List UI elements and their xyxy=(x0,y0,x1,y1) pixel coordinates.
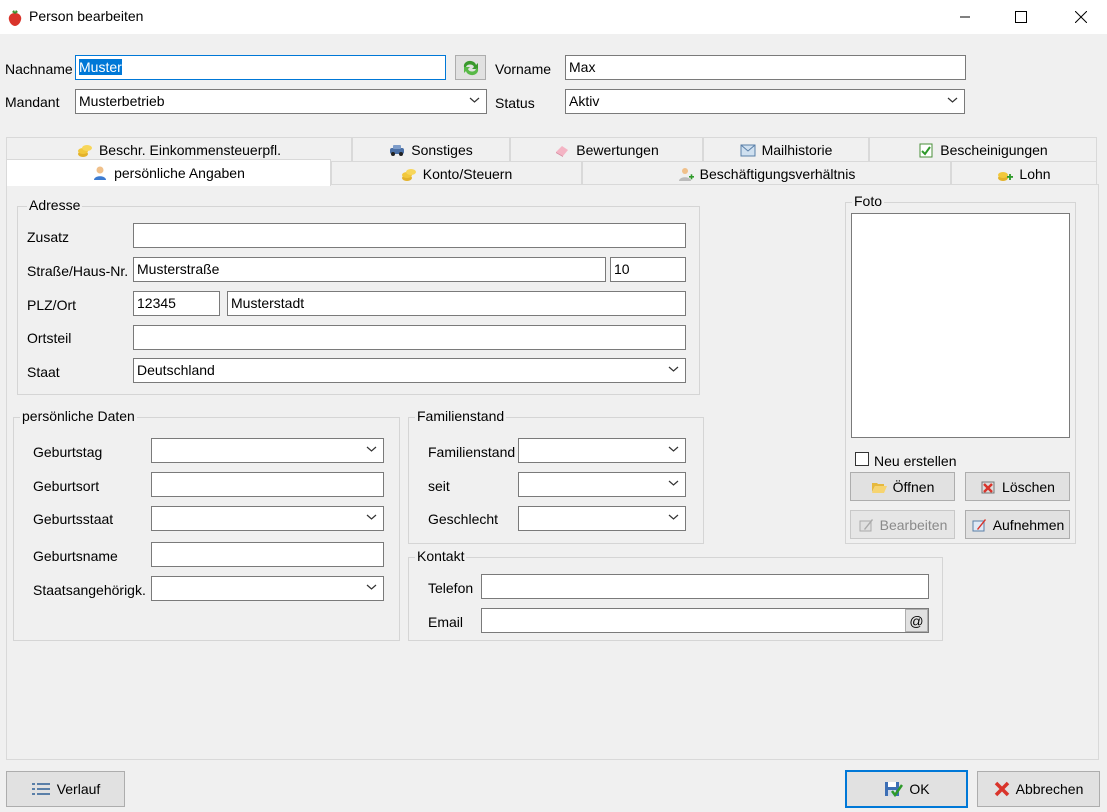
chevron-down-icon xyxy=(668,366,679,372)
aufnehmen-button[interactable]: Aufnehmen xyxy=(965,510,1070,539)
plz-input[interactable]: 12345 xyxy=(133,291,220,316)
coins-icon xyxy=(401,168,416,181)
checklist-icon xyxy=(919,143,933,157)
eraser-icon xyxy=(556,145,569,157)
chevron-down-icon xyxy=(366,514,377,520)
familienstand-select[interactable] xyxy=(518,438,686,463)
geburtsort-input[interactable] xyxy=(151,472,384,497)
title-bar: Person bearbeiten xyxy=(0,0,1107,34)
zusatz-label: Zusatz xyxy=(27,229,70,245)
staatsangehoerigkeit-select[interactable] xyxy=(151,576,384,601)
abbrechen-button[interactable]: Abbrechen xyxy=(977,771,1100,807)
tab-bewertungen[interactable]: Bewertungen xyxy=(510,137,703,161)
geschlecht-select[interactable] xyxy=(518,506,686,531)
person-icon xyxy=(94,166,107,180)
plzort-label: PLZ/Ort xyxy=(27,297,77,313)
geburtsname-label: Geburtsname xyxy=(33,548,118,564)
email-input[interactable] xyxy=(481,608,929,633)
save-icon xyxy=(885,782,904,798)
folder-open-icon xyxy=(871,482,887,493)
loeschen-button[interactable]: Löschen xyxy=(965,472,1070,501)
neu-erstellen-label: Neu erstellen xyxy=(874,453,957,469)
hausnr-input[interactable]: 10 xyxy=(610,257,686,282)
chevron-down-icon xyxy=(469,97,480,103)
foto-title: Foto xyxy=(852,193,885,209)
seit-label: seit xyxy=(428,478,450,494)
staat-label: Staat xyxy=(27,364,60,380)
persoenliche-daten-title: persönliche Daten xyxy=(20,408,137,424)
kontakt-title: Kontakt xyxy=(415,548,467,564)
coins-add-icon xyxy=(998,171,1014,181)
email-label: Email xyxy=(428,614,464,630)
tab-lohn[interactable]: Lohn xyxy=(951,161,1097,185)
nachname-input[interactable]: Muster xyxy=(75,55,446,80)
geburtstag-select[interactable] xyxy=(151,438,384,463)
app-icon xyxy=(7,9,23,30)
geburtsname-input[interactable] xyxy=(151,542,384,567)
list-icon xyxy=(31,783,50,795)
coins-icon xyxy=(77,144,92,157)
chevron-down-icon xyxy=(668,446,679,452)
tab-bescheinigungen[interactable]: Bescheinigungen xyxy=(869,137,1097,161)
strasse-label: Straße/Haus-Nr. xyxy=(27,263,129,279)
tab-konto-steuern[interactable]: Konto/Steuern xyxy=(331,161,582,185)
familienstand-label: Familienstand xyxy=(428,444,516,460)
mandant-label: Mandant xyxy=(5,94,60,110)
geburtsstaat-label: Geburtsstaat xyxy=(33,511,114,527)
email-at-button[interactable]: @ xyxy=(905,609,928,632)
tab-beschr-einkommensteuerpfl[interactable]: Beschr. Einkommensteuerpfl. xyxy=(6,137,352,161)
photo-area[interactable] xyxy=(851,213,1070,438)
maximize-button[interactable] xyxy=(998,0,1044,34)
edit-image-icon xyxy=(859,518,873,531)
geburtstag-label: Geburtstag xyxy=(33,444,103,460)
geburtsstaat-select[interactable] xyxy=(151,506,384,531)
strasse-input[interactable]: Musterstraße xyxy=(133,257,606,282)
capture-image-icon xyxy=(972,518,986,531)
telefon-input[interactable] xyxy=(481,574,929,599)
vorname-label: Vorname xyxy=(495,61,552,77)
cancel-icon xyxy=(994,781,1009,797)
ok-button[interactable]: OK xyxy=(845,770,968,808)
ort-input[interactable]: Musterstadt xyxy=(227,291,686,316)
staat-select[interactable]: Deutschland xyxy=(133,358,686,383)
close-button[interactable] xyxy=(1058,0,1104,34)
person-add-icon xyxy=(678,167,694,181)
chevron-down-icon xyxy=(947,97,958,103)
chevron-down-icon xyxy=(366,446,377,452)
telefon-label: Telefon xyxy=(428,580,474,596)
familienstand-title: Familienstand xyxy=(415,408,507,424)
geschlecht-label: Geschlecht xyxy=(428,511,499,527)
minimize-button[interactable] xyxy=(942,0,988,34)
mail-icon xyxy=(740,144,756,156)
staatsangehoerigkeit-label: Staatsangehörigk. xyxy=(33,582,146,598)
adresse-title: Adresse xyxy=(27,197,83,213)
chevron-down-icon xyxy=(668,514,679,520)
ortsteil-input[interactable] xyxy=(133,325,686,350)
tab-mailhistorie[interactable]: Mailhistorie xyxy=(703,137,869,161)
bearbeiten-button[interactable]: Bearbeiten xyxy=(850,510,955,539)
window-title: Person bearbeiten xyxy=(29,8,144,24)
nachname-label: Nachname xyxy=(5,61,73,77)
vorname-input[interactable]: Max xyxy=(565,55,966,80)
refresh-icon xyxy=(463,60,478,75)
geburtsort-label: Geburtsort xyxy=(33,478,100,494)
tab-persoenliche-angaben[interactable]: persönliche Angaben xyxy=(6,159,331,186)
car-icon xyxy=(390,144,405,156)
zusatz-input[interactable] xyxy=(133,223,686,248)
ortsteil-label: Ortsteil xyxy=(27,330,72,346)
neu-erstellen-checkbox[interactable] xyxy=(855,452,869,466)
tab-beschaeftigungsverhaeltnis[interactable]: Beschäftigungsverhältnis xyxy=(582,161,951,185)
chevron-down-icon xyxy=(366,584,377,590)
status-label: Status xyxy=(495,95,535,111)
oeffnen-button[interactable]: Öffnen xyxy=(850,472,955,501)
delete-image-icon xyxy=(981,481,995,493)
verlauf-button[interactable]: Verlauf xyxy=(6,771,125,807)
tab-sonstiges[interactable]: Sonstiges xyxy=(352,137,510,161)
swap-names-button[interactable] xyxy=(455,55,486,80)
seit-select[interactable] xyxy=(518,472,686,497)
status-select[interactable]: Aktiv xyxy=(565,89,965,114)
chevron-down-icon xyxy=(668,480,679,486)
mandant-select[interactable]: Musterbetrieb xyxy=(75,89,487,114)
